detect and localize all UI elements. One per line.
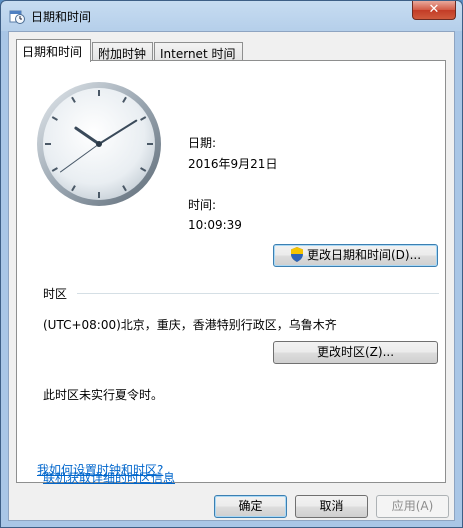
- analog-clock: [37, 82, 161, 206]
- timezone-section-label: 时区: [43, 287, 68, 301]
- tab-date-time[interactable]: 日期和时间: [16, 39, 91, 62]
- date-time-dialog: 日期和时间 ✕ 日期和时间 附加时钟 Internet 时间 日期: 2016年…: [0, 0, 463, 528]
- close-button[interactable]: ✕: [412, 1, 456, 20]
- dst-note: 此时区未实行夏令时。: [43, 388, 164, 402]
- apply-button[interactable]: 应用(A): [376, 495, 449, 518]
- time-value: 10:09:39: [188, 218, 242, 232]
- tab-internet-time[interactable]: Internet 时间: [154, 42, 243, 61]
- time-label: 时间:: [188, 198, 217, 212]
- timezone-divider: [77, 293, 439, 294]
- title-bar[interactable]: 日期和时间 ✕: [1, 1, 462, 31]
- dialog-button-bar: 确定 取消 应用(A): [9, 490, 454, 520]
- how-to-set-clock-link[interactable]: 我如何设置时钟和时区?: [37, 461, 163, 478]
- clock-center: [96, 141, 102, 147]
- tab-additional-clocks[interactable]: 附加时钟: [92, 42, 153, 61]
- change-timezone-button[interactable]: 更改时区(Z)...: [273, 341, 438, 364]
- tab-panel-date-time: 日期: 2016年9月21日 时间: 10:09:39 更改日期和时间(D)..…: [16, 60, 446, 485]
- date-value: 2016年9月21日: [188, 157, 278, 171]
- dialog-client-area: 日期和时间 附加时钟 Internet 时间 日期: 2016年9月21日 时间…: [8, 31, 455, 521]
- timezone-value: (UTC+08:00)北京，重庆，香港特别行政区，乌鲁木齐: [43, 318, 337, 332]
- cancel-button[interactable]: 取消: [295, 495, 368, 518]
- date-label: 日期:: [188, 136, 217, 150]
- change-date-time-label: 更改日期和时间(D)...: [306, 248, 422, 262]
- change-date-time-button[interactable]: 更改日期和时间(D)...: [273, 244, 438, 267]
- window-title: 日期和时间: [31, 10, 92, 24]
- clock-calendar-icon: [9, 8, 25, 24]
- uac-shield-icon: [290, 247, 304, 262]
- ok-button[interactable]: 确定: [214, 495, 287, 518]
